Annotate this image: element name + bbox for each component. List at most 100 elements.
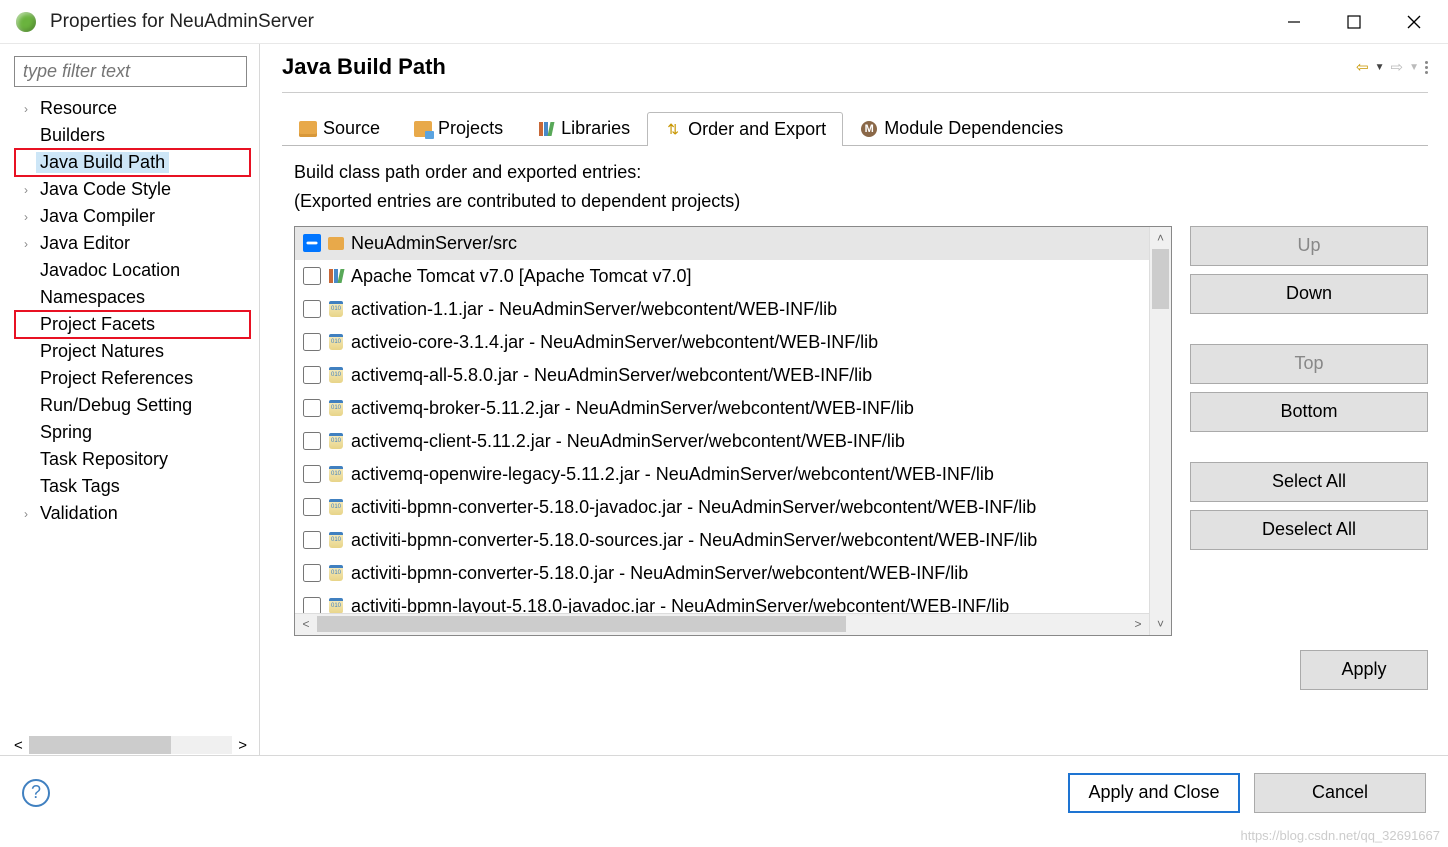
chevron-right-icon: › xyxy=(18,507,34,521)
nav-item-java-editor[interactable]: ›Java Editor xyxy=(8,230,255,257)
nav-item-task-repository[interactable]: ›Task Repository xyxy=(8,446,255,473)
nav-item-label: Java Compiler xyxy=(36,206,159,227)
horizontal-scrollbar[interactable]: <> xyxy=(295,613,1149,635)
nav-item-task-tags[interactable]: ›Task Tags xyxy=(8,473,255,500)
library-icon xyxy=(327,267,345,285)
help-icon[interactable]: ? xyxy=(22,779,50,807)
page-title: Java Build Path xyxy=(282,54,446,80)
export-checkbox[interactable] xyxy=(303,564,321,582)
nav-item-builders[interactable]: ›Builders xyxy=(8,122,255,149)
dialog-footer: ? Apply and Close Cancel xyxy=(0,755,1448,829)
back-icon[interactable]: ⇦ xyxy=(1356,58,1369,76)
nav-item-spring[interactable]: ›Spring xyxy=(8,419,255,446)
nav-item-label: Task Repository xyxy=(36,449,172,470)
order-icon: ⇅ xyxy=(664,122,682,138)
tab-module-dependencies[interactable]: MModule Dependencies xyxy=(843,111,1080,145)
list-item[interactable]: activeio-core-3.1.4.jar - NeuAdminServer… xyxy=(295,326,1149,359)
forward-dropdown-icon[interactable]: ▼ xyxy=(1409,62,1419,73)
jar-icon xyxy=(327,498,345,516)
bottom-button[interactable]: Bottom xyxy=(1190,392,1428,432)
tab-projects[interactable]: Projects xyxy=(397,111,520,145)
export-checkbox[interactable] xyxy=(303,465,321,483)
cancel-button[interactable]: Cancel xyxy=(1254,773,1426,813)
nav-tree: ›Resource›Builders›Java Build Path›Java … xyxy=(6,95,255,735)
export-checkbox[interactable] xyxy=(303,333,321,351)
export-checkbox[interactable] xyxy=(303,498,321,516)
list-item[interactable]: activation-1.1.jar - NeuAdminServer/webc… xyxy=(295,293,1149,326)
nav-item-project-facets[interactable]: ›Project Facets xyxy=(8,311,255,338)
app-icon xyxy=(16,12,36,32)
export-checkbox[interactable] xyxy=(303,399,321,417)
forward-icon[interactable]: ⇨ xyxy=(1391,58,1404,76)
export-checkbox[interactable] xyxy=(303,234,321,252)
export-checkbox[interactable] xyxy=(303,300,321,318)
entries-list: NeuAdminServer/srcApache Tomcat v7.0 [Ap… xyxy=(294,226,1172,636)
nav-item-label: Builders xyxy=(36,125,109,146)
main-panel: Java Build Path ⇦ ▼ ⇨ ▼ Source Projects Li… xyxy=(260,44,1448,755)
export-checkbox[interactable] xyxy=(303,531,321,549)
filter-input[interactable] xyxy=(14,56,247,87)
nav-item-project-natures[interactable]: ›Project Natures xyxy=(8,338,255,365)
nav-item-java-code-style[interactable]: ›Java Code Style xyxy=(8,176,255,203)
folder-icon xyxy=(299,121,317,137)
minimize-button[interactable] xyxy=(1264,2,1324,42)
tab-label: Source xyxy=(323,118,380,139)
nav-item-resource[interactable]: ›Resource xyxy=(8,95,255,122)
jar-icon xyxy=(327,564,345,582)
chevron-right-icon: › xyxy=(18,102,34,116)
export-checkbox[interactable] xyxy=(303,432,321,450)
deselect-all-button[interactable]: Deselect All xyxy=(1190,510,1428,550)
nav-item-javadoc-location[interactable]: ›Javadoc Location xyxy=(8,257,255,284)
jar-icon xyxy=(327,432,345,450)
tab-order-and-export[interactable]: ⇅ Order and Export xyxy=(647,112,843,146)
down-button[interactable]: Down xyxy=(1190,274,1428,314)
instruction-line-1: Build class path order and exported entr… xyxy=(294,158,1428,187)
top-button[interactable]: Top xyxy=(1190,344,1428,384)
list-item-label: activeio-core-3.1.4.jar - NeuAdminServer… xyxy=(351,332,878,353)
nav-item-validation[interactable]: ›Validation xyxy=(8,500,255,527)
list-item-label: activiti-bpmn-converter-5.18.0.jar - Neu… xyxy=(351,563,968,584)
nav-item-java-compiler[interactable]: ›Java Compiler xyxy=(8,203,255,230)
list-item[interactable]: activemq-openwire-legacy-5.11.2.jar - Ne… xyxy=(295,458,1149,491)
jar-icon xyxy=(327,333,345,351)
list-item-label: activemq-openwire-legacy-5.11.2.jar - Ne… xyxy=(351,464,994,485)
sidebar-hscroll[interactable]: <> xyxy=(6,735,255,755)
package-icon xyxy=(327,234,345,252)
list-item[interactable]: activemq-broker-5.11.2.jar - NeuAdminSer… xyxy=(295,392,1149,425)
close-button[interactable] xyxy=(1384,2,1444,42)
menu-icon[interactable] xyxy=(1425,61,1428,74)
nav-item-run-debug-setting[interactable]: ›Run/Debug Setting xyxy=(8,392,255,419)
select-all-button[interactable]: Select All xyxy=(1190,462,1428,502)
list-item[interactable]: activiti-bpmn-converter-5.18.0-sources.j… xyxy=(295,524,1149,557)
jar-icon xyxy=(327,531,345,549)
list-item-label: activemq-broker-5.11.2.jar - NeuAdminSer… xyxy=(351,398,914,419)
sidebar: ›Resource›Builders›Java Build Path›Java … xyxy=(0,44,260,755)
apply-button[interactable]: Apply xyxy=(1300,650,1428,690)
watermark: https://blog.csdn.net/qq_32691667 xyxy=(1241,828,1441,843)
list-item[interactable]: NeuAdminServer/src xyxy=(295,227,1149,260)
tab-libraries[interactable]: Libraries xyxy=(520,111,647,145)
vertical-scrollbar[interactable]: ˄˅ xyxy=(1149,227,1171,635)
instruction-line-2: (Exported entries are contributed to dep… xyxy=(294,187,1428,216)
export-checkbox[interactable] xyxy=(303,267,321,285)
nav-item-project-references[interactable]: ›Project References xyxy=(8,365,255,392)
nav-item-java-build-path[interactable]: ›Java Build Path xyxy=(8,149,255,176)
list-item-label: activemq-client-5.11.2.jar - NeuAdminSer… xyxy=(351,431,905,452)
export-checkbox[interactable] xyxy=(303,366,321,384)
back-dropdown-icon[interactable]: ▼ xyxy=(1375,62,1385,73)
list-item[interactable]: activemq-all-5.8.0.jar - NeuAdminServer/… xyxy=(295,359,1149,392)
list-item[interactable]: Apache Tomcat v7.0 [Apache Tomcat v7.0] xyxy=(295,260,1149,293)
tab-label: Order and Export xyxy=(688,119,826,140)
nav-item-label: Javadoc Location xyxy=(36,260,184,281)
chevron-right-icon: › xyxy=(18,210,34,224)
maximize-button[interactable] xyxy=(1324,2,1384,42)
apply-and-close-button[interactable]: Apply and Close xyxy=(1068,773,1240,813)
tab-source[interactable]: Source xyxy=(282,111,397,145)
up-button[interactable]: Up xyxy=(1190,226,1428,266)
tab-label: Projects xyxy=(438,118,503,139)
nav-item-namespaces[interactable]: ›Namespaces xyxy=(8,284,255,311)
list-item[interactable]: activiti-bpmn-converter-5.18.0.jar - Neu… xyxy=(295,557,1149,590)
list-item[interactable]: activemq-client-5.11.2.jar - NeuAdminSer… xyxy=(295,425,1149,458)
list-item[interactable]: activiti-bpmn-converter-5.18.0-javadoc.j… xyxy=(295,491,1149,524)
jar-icon xyxy=(327,399,345,417)
